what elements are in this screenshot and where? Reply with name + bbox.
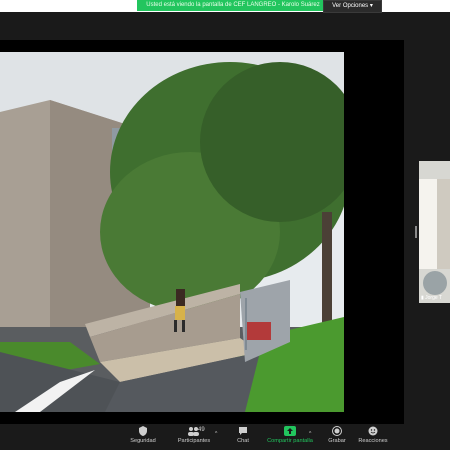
- record-icon: [332, 426, 342, 436]
- chat-button[interactable]: Chat: [220, 426, 266, 448]
- meeting-toolbar: Seguridad 49 Participantes ^ Chat Compar…: [0, 424, 450, 450]
- security-button[interactable]: Seguridad: [120, 426, 166, 448]
- participants-label: Participantes: [177, 438, 211, 444]
- participants-count: 49: [198, 427, 205, 433]
- chat-label: Chat: [237, 438, 249, 444]
- share-screen-button[interactable]: Compartir pantalla ^: [265, 426, 315, 448]
- reactions-button[interactable]: Reacciones: [350, 426, 396, 448]
- chevron-down-icon: ▾: [369, 3, 373, 9]
- signal-icon: ▮: [421, 295, 424, 301]
- chevron-up-icon[interactable]: ^: [309, 431, 311, 437]
- share-screen-icon: [284, 426, 296, 436]
- chat-icon: [239, 427, 247, 435]
- share-screen-label: Compartir pantalla: [267, 438, 313, 444]
- reactions-label: Reacciones: [358, 438, 388, 444]
- screen-share-banner: Usted está viendo la pantalla de CEF LAN…: [137, 0, 329, 11]
- view-options-button[interactable]: Ver Opciones ▾: [323, 0, 382, 13]
- smiley-icon: [368, 426, 378, 436]
- panel-resize-handle[interactable]: [415, 226, 417, 238]
- participant-name: Jorge T: [425, 295, 443, 301]
- view-options-label: Ver Opciones: [332, 3, 369, 9]
- security-label: Seguridad: [130, 438, 156, 444]
- participants-button[interactable]: 49 Participantes ^: [170, 426, 218, 448]
- participant-video-thumbnail[interactable]: ▮ Jorge T: [419, 161, 450, 303]
- chevron-up-icon[interactable]: ^: [215, 431, 217, 437]
- shared-screen-image: [0, 52, 344, 412]
- shield-icon: [139, 426, 147, 436]
